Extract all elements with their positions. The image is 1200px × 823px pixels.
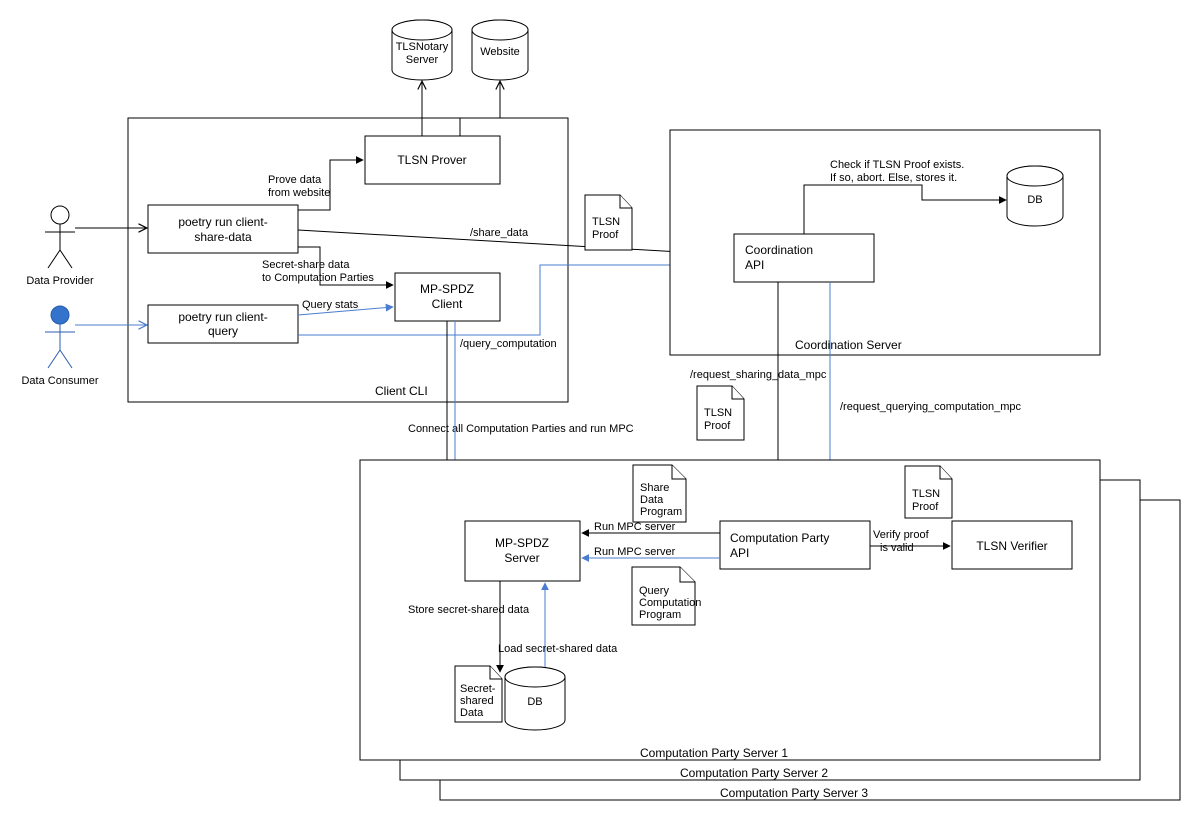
- req-share-label: /request_sharing_data_mpc: [690, 369, 827, 381]
- cps-db: DB: [505, 667, 565, 730]
- mpspdz-server-l2: Server: [504, 551, 539, 565]
- prove-l1: Prove data: [268, 174, 322, 186]
- svg-text:Proof: Proof: [592, 229, 619, 241]
- data-provider-actor: Data Provider: [26, 206, 94, 287]
- mpspdz-client-l2: Client: [432, 297, 463, 311]
- verify-l1: Verify proof: [873, 529, 930, 541]
- check-l2: If so, abort. Else, stores it.: [830, 172, 957, 184]
- coord-db: DB: [1007, 166, 1063, 226]
- website-label: Website: [480, 46, 520, 58]
- svg-text:Share: Share: [640, 482, 669, 494]
- coord-api-l2: API: [745, 258, 764, 272]
- secret-l2: to Computation Parties: [262, 272, 374, 284]
- query-cmd-l2: query: [208, 324, 238, 338]
- svg-text:shared: shared: [460, 695, 494, 707]
- consumer-label: Data Consumer: [21, 375, 98, 387]
- svg-text:Program: Program: [640, 506, 682, 518]
- mpspdz-server-l1: MP-SPDZ: [495, 536, 549, 550]
- secret-l1: Secret-share data: [262, 259, 350, 271]
- tlsn-proof-doc-3: TLSN Proof: [905, 466, 952, 518]
- cps1-label: Computation Party Server 1: [640, 746, 788, 760]
- share-data-ep: /share_data: [470, 227, 529, 239]
- svg-text:TLSN: TLSN: [704, 407, 732, 419]
- cps-api-box: [720, 521, 870, 569]
- tlsn-proof-doc-2: TLSN Proof: [697, 386, 744, 440]
- mpspdz-client-l1: MP-SPDZ: [420, 282, 474, 296]
- svg-text:Secret-: Secret-: [460, 683, 496, 695]
- data-consumer-actor: Data Consumer: [21, 306, 98, 387]
- cps-db-label: DB: [527, 696, 542, 708]
- cps-api-l2: API: [730, 546, 749, 560]
- svg-text:Query: Query: [639, 585, 669, 597]
- query-stats-label: Query stats: [302, 299, 359, 311]
- tlsn-proof-doc-1: TLSN Proof: [585, 195, 632, 250]
- runmpc-b-label: Run MPC server: [594, 521, 676, 533]
- secret-shared-doc: Secret- shared Data: [455, 666, 502, 722]
- coord-label: Coordination Server: [795, 338, 902, 352]
- query-comp-ep: /query_computation: [460, 338, 557, 350]
- svg-text:Data: Data: [460, 707, 484, 719]
- share-cmd-l2: share-data: [194, 230, 252, 244]
- cps2-label: Computation Party Server 2: [680, 766, 828, 780]
- svg-text:Proof: Proof: [704, 420, 731, 432]
- store-secret-label: Store secret-shared data: [408, 604, 530, 616]
- tlsn-prover-label: TLSN Prover: [397, 153, 466, 167]
- tlsnotary-label-2: Server: [406, 54, 439, 66]
- load-secret-label: Load secret-shared data: [498, 643, 618, 655]
- cps3-label: Computation Party Server 3: [720, 786, 868, 800]
- svg-text:TLSN: TLSN: [592, 216, 620, 228]
- coord-api-l1: Coordination: [745, 243, 813, 257]
- client-cli-label: Client CLI: [375, 384, 428, 398]
- share-data-program-doc: Share Data Program: [633, 465, 686, 522]
- provider-label: Data Provider: [26, 275, 94, 287]
- website-db: Website: [472, 20, 528, 80]
- svg-text:Program: Program: [639, 609, 681, 621]
- share-cmd-l1: poetry run client-: [178, 215, 267, 229]
- svg-text:Data: Data: [640, 494, 664, 506]
- svg-text:TLSN: TLSN: [912, 488, 940, 500]
- svg-text:Proof: Proof: [912, 501, 939, 513]
- runmpc-q-label: Run MPC server: [594, 546, 676, 558]
- cps-api-l1: Computation Party: [730, 531, 829, 545]
- verify-l2: is valid: [880, 542, 914, 554]
- share-cmd-box: [148, 205, 298, 253]
- tlsn-verifier-label: TLSN Verifier: [976, 539, 1047, 553]
- tlsnotary-server-db: TLSNotary Server: [392, 20, 452, 80]
- check-l1: Check if TLSN Proof exists.: [830, 159, 964, 171]
- connect-label: Connect all Computation Parties and run …: [408, 423, 634, 435]
- req-query-label: /request_querying_computation_mpc: [840, 401, 1022, 413]
- tlsnotary-label-1: TLSNotary: [396, 41, 449, 53]
- svg-text:Computation: Computation: [639, 597, 701, 609]
- query-cmd-l1: poetry run client-: [178, 310, 267, 324]
- coord-db-label: DB: [1027, 194, 1042, 206]
- prove-l2: from website: [268, 187, 330, 199]
